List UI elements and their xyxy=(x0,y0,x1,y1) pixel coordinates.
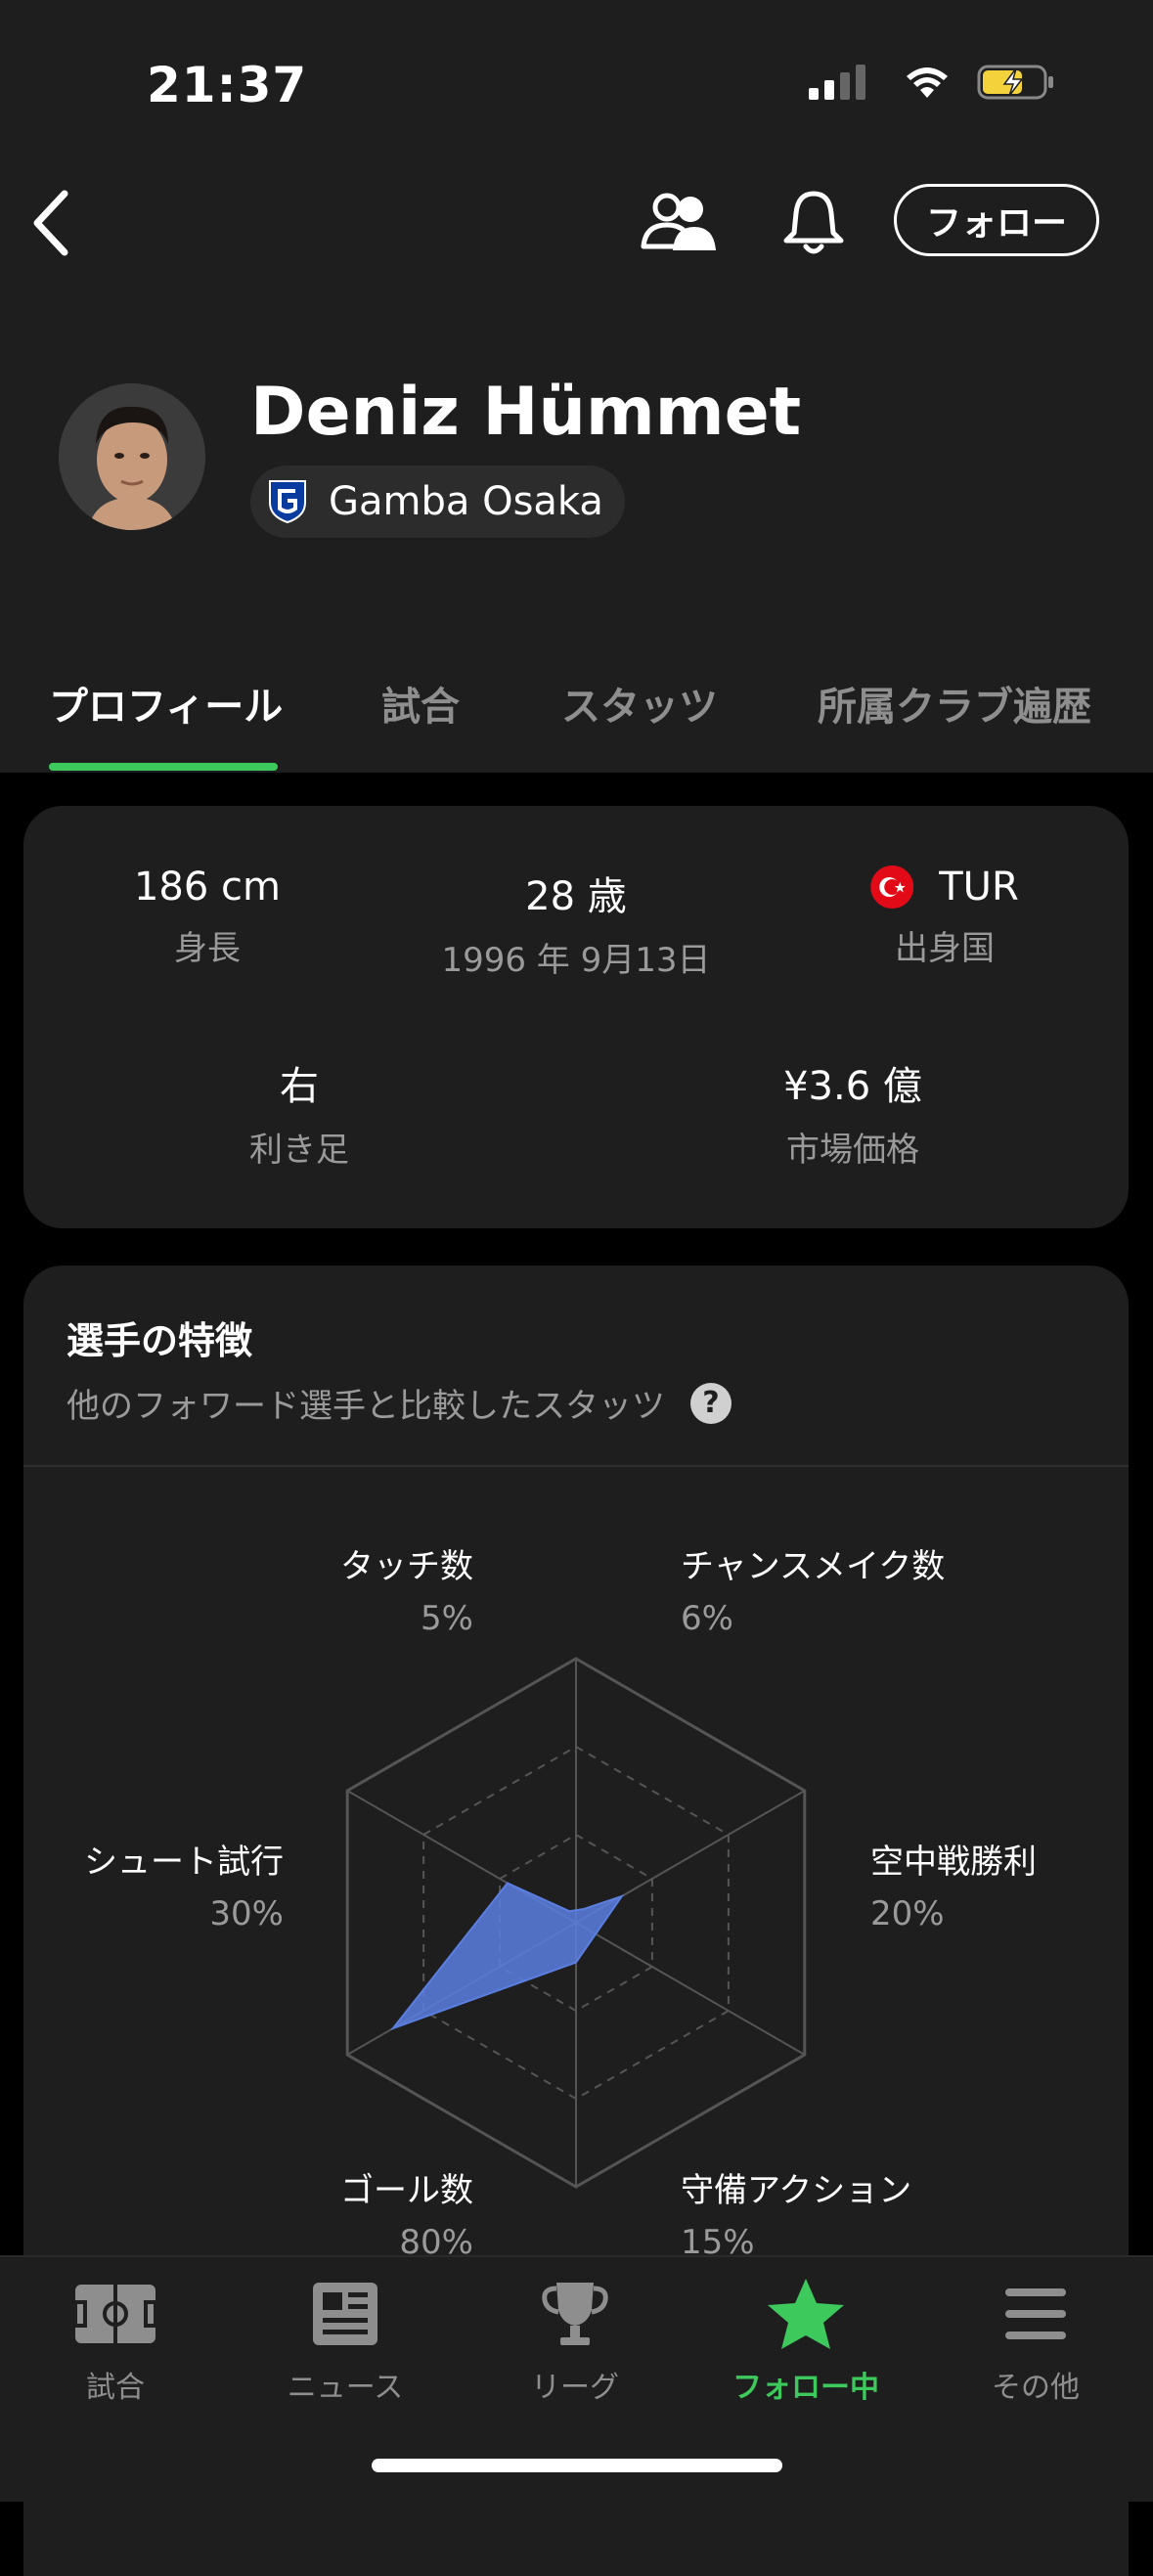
nav-label: その他 xyxy=(992,2371,1080,2405)
label-value: 6% xyxy=(681,1599,733,1638)
radar-label-defensive: 守備アクション 15% xyxy=(681,2163,911,2262)
traits-subtitle-row: 他のフォワード選手と比較したスタッツ ? xyxy=(67,1379,732,1427)
height-info: 186 cm 身長 xyxy=(134,865,281,969)
nav-label: リーグ xyxy=(531,2371,619,2405)
status-time: 21:37 xyxy=(147,57,308,113)
label-name: 守備アクション xyxy=(681,2171,912,2210)
back-arrow-icon[interactable] xyxy=(22,184,84,262)
player-info-card: 186 cm 身長 28 歳 1996 年 9月13日 TUR 出身国 右 利き… xyxy=(23,806,1129,1228)
follow-button[interactable]: フォロー xyxy=(894,184,1099,256)
foot-label: 利き足 xyxy=(249,1131,349,1170)
radar-label-touches: タッチ数 5% xyxy=(323,1539,473,1638)
wifi-icon xyxy=(907,67,948,98)
country-info: TUR 出身国 xyxy=(870,865,1019,969)
news-icon xyxy=(313,2283,377,2345)
age-value: 28 歳 xyxy=(525,874,627,919)
divider xyxy=(23,1465,1129,1467)
label-value: 30% xyxy=(209,1894,284,1933)
market-value-info: ¥3.6 億 市場価格 xyxy=(783,1054,922,1171)
traits-title: 選手の特徴 xyxy=(67,1319,253,1362)
country-value: TUR xyxy=(939,865,1019,910)
label-name: ゴール数 xyxy=(340,2171,473,2210)
market-value: ¥3.6 億 xyxy=(783,1064,922,1109)
traits-subtitle: 他のフォワード選手と比較したスタッツ xyxy=(67,1387,665,1426)
radar-axis xyxy=(575,1922,806,2056)
foot-info: 右 利き足 xyxy=(249,1054,349,1171)
radar-label-aerial: 空中戦勝利 20% xyxy=(870,1835,1037,1933)
label-name: タッチ数 xyxy=(340,1547,473,1586)
tab-career[interactable]: 所属クラブ遍歴 xyxy=(818,675,1091,732)
nav-leagues[interactable]: リーグ xyxy=(477,2277,673,2406)
turkey-flag-icon xyxy=(870,866,914,909)
player-avatar xyxy=(59,383,205,530)
club-name: Gamba Osaka xyxy=(329,479,603,524)
menu-icon xyxy=(1005,2288,1066,2339)
signal-icon xyxy=(809,65,865,100)
label-value: 20% xyxy=(870,1894,945,1933)
label-name: シュート試行 xyxy=(84,1843,284,1882)
radar-label-goals: ゴール数 80% xyxy=(293,2163,473,2262)
nav-matches[interactable]: 試合 xyxy=(18,2277,213,2406)
battery-charging-icon xyxy=(977,65,1053,100)
tab-bar: プロフィール 試合 スタッツ 所属クラブ遍歴 xyxy=(0,665,1153,773)
nav-following[interactable]: フォロー中 xyxy=(708,2277,904,2406)
help-icon[interactable]: ? xyxy=(690,1382,732,1424)
tab-matches[interactable]: 試合 xyxy=(381,675,460,732)
birthdate-label: 1996 年 9月13日 xyxy=(441,941,711,980)
player-name: Deniz Hümmet xyxy=(250,374,802,451)
nav-news[interactable]: ニュース xyxy=(247,2277,443,2406)
radar-value-shape xyxy=(389,1882,625,2031)
country-label: 出身国 xyxy=(894,929,995,968)
pitch-icon xyxy=(73,2285,157,2343)
height-label: 身長 xyxy=(174,929,241,968)
label-name: チャンスメイク数 xyxy=(681,1547,946,1586)
tab-stats[interactable]: スタッツ xyxy=(561,675,718,732)
compare-players-icon[interactable] xyxy=(638,190,718,254)
nav-more[interactable]: その他 xyxy=(938,2277,1133,2406)
market-label: 市場価格 xyxy=(786,1131,919,1170)
nav-label: フォロー中 xyxy=(732,2371,879,2405)
radar-label-shots: シュート試行 30% xyxy=(68,1835,284,1933)
age-info: 28 歳 1996 年 9月13日 xyxy=(441,865,710,981)
label-name: 空中戦勝利 xyxy=(870,1843,1037,1882)
tab-profile[interactable]: プロフィール xyxy=(49,675,283,732)
tab-indicator xyxy=(49,763,278,771)
foot-value: 右 xyxy=(280,1064,319,1109)
nav-label: ニュース xyxy=(287,2371,404,2405)
status-icons xyxy=(809,63,1055,102)
bell-icon[interactable] xyxy=(778,188,849,258)
radar-label-chances: チャンスメイク数 6% xyxy=(681,1539,945,1638)
club-chip[interactable]: Gamba Osaka xyxy=(250,466,625,538)
home-indicator xyxy=(372,2459,782,2472)
player-header: 21:37 フォロー Deniz Hümmet Gamba Osaka プロフィ… xyxy=(0,0,1153,773)
height-value: 186 cm xyxy=(133,865,282,910)
nav-label: 試合 xyxy=(86,2371,145,2405)
trophy-icon xyxy=(542,2283,608,2345)
club-logo-icon xyxy=(269,480,306,524)
label-value: 5% xyxy=(421,1599,473,1638)
player-photo xyxy=(59,383,205,530)
star-icon xyxy=(768,2279,844,2349)
